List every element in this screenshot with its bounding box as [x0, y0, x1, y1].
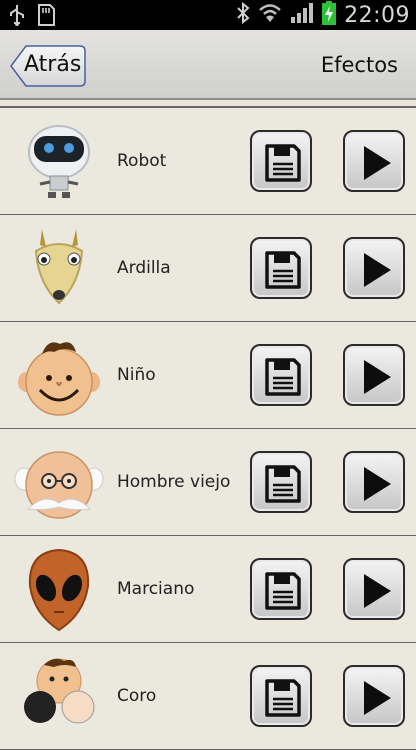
page-title: Efectos — [320, 53, 398, 77]
save-button[interactable] — [250, 451, 312, 513]
play-button[interactable] — [343, 237, 405, 299]
floppy-disk-icon — [265, 251, 301, 289]
play-icon — [364, 467, 391, 501]
usb-icon — [8, 3, 26, 31]
save-button[interactable] — [250, 344, 312, 406]
wifi-icon — [258, 2, 282, 28]
bluetooth-icon — [236, 1, 250, 29]
choir-faces-icon — [14, 651, 104, 741]
save-button[interactable] — [250, 665, 312, 727]
floppy-disk-icon — [265, 465, 301, 503]
play-icon — [364, 681, 391, 715]
floppy-disk-icon — [265, 358, 301, 396]
play-icon — [364, 253, 391, 287]
floppy-disk-icon — [265, 144, 301, 182]
play-button[interactable] — [343, 130, 405, 192]
effect-label: Hombre viejo — [117, 472, 231, 492]
robot-face-icon — [14, 116, 104, 206]
play-button[interactable] — [343, 344, 405, 406]
effect-label: Ardilla — [117, 258, 171, 278]
list-item[interactable]: Niño — [0, 322, 416, 429]
effects-list: Robot Ardilla Niño Hombre viejo Marciano… — [0, 108, 416, 750]
play-button[interactable] — [343, 665, 405, 727]
play-icon — [364, 574, 391, 608]
save-button[interactable] — [250, 237, 312, 299]
list-item[interactable]: Marciano — [0, 536, 416, 643]
list-item[interactable]: Ardilla — [0, 215, 416, 322]
effect-label: Niño — [117, 365, 156, 385]
list-item[interactable]: Robot — [0, 108, 416, 215]
status-bar: 22:09 — [0, 0, 416, 30]
save-button[interactable] — [250, 130, 312, 192]
battery-charging-icon — [322, 1, 337, 29]
action-bar: Atrás Efectos — [0, 30, 416, 100]
effect-label: Coro — [117, 686, 157, 706]
effect-label: Marciano — [117, 579, 195, 599]
play-button[interactable] — [343, 558, 405, 620]
back-button[interactable]: Atrás — [10, 45, 86, 87]
play-button[interactable] — [343, 451, 405, 513]
effect-label: Robot — [117, 151, 167, 171]
old-man-face-icon — [14, 437, 104, 527]
list-item[interactable]: Coro — [0, 643, 416, 750]
boy-face-icon — [14, 330, 104, 420]
signal-icon — [290, 2, 314, 28]
play-icon — [364, 146, 391, 180]
sd-card-icon — [36, 3, 56, 31]
save-button[interactable] — [250, 558, 312, 620]
squirrel-face-icon — [14, 223, 104, 313]
back-button-label: Atrás — [24, 52, 82, 77]
floppy-disk-icon — [265, 679, 301, 717]
floppy-disk-icon — [265, 572, 301, 610]
list-top-divider — [0, 100, 416, 108]
list-item[interactable]: Hombre viejo — [0, 429, 416, 536]
clock: 22:09 — [344, 2, 410, 28]
alien-face-icon — [14, 544, 104, 634]
play-icon — [364, 360, 391, 394]
